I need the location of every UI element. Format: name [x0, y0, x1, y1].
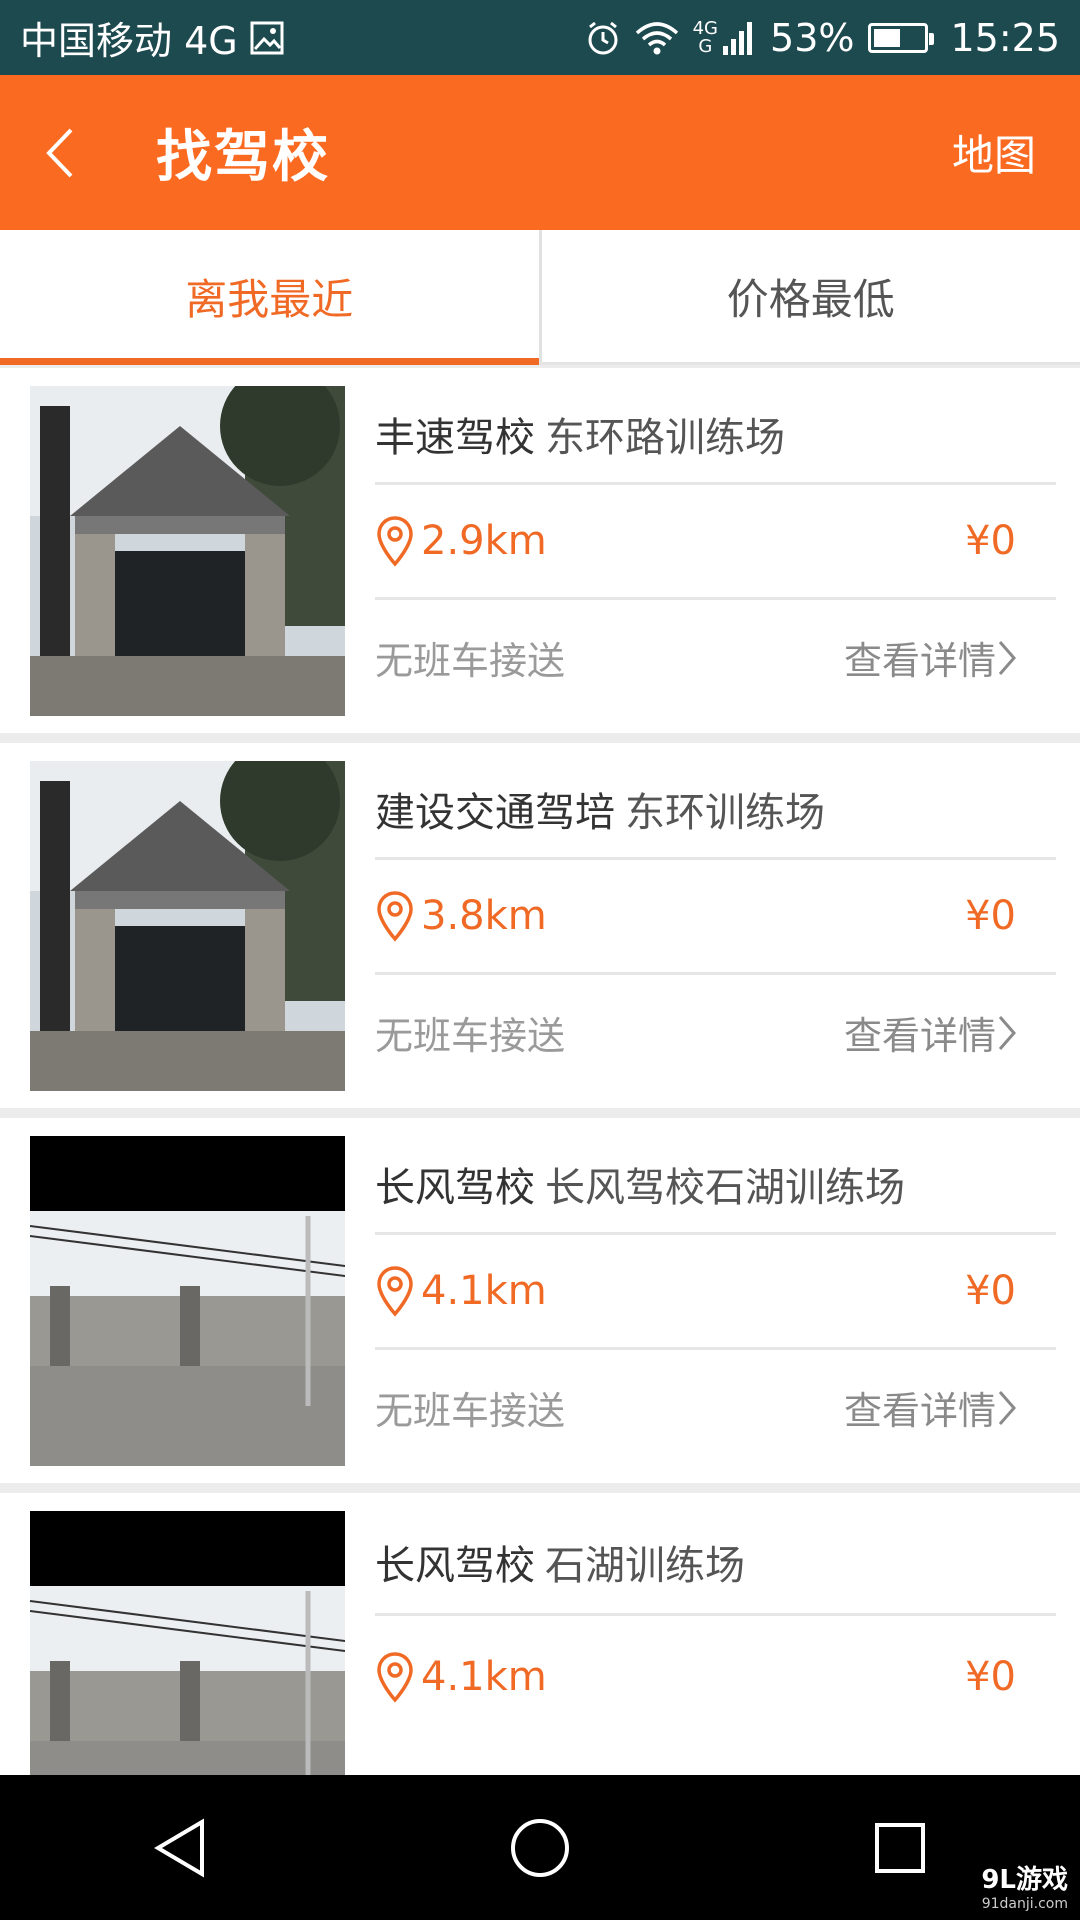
school-title-row: 建设交通驾培 东环训练场 — [375, 761, 1056, 861]
price: ¥0 — [965, 1654, 1016, 1700]
view-details-link[interactable]: 查看详情 — [844, 1005, 1018, 1060]
distance-value: 4.1km — [421, 1654, 547, 1700]
school-name: 建设交通驾培 — [375, 790, 615, 837]
status-bar: 中国移动 4G 4G G 53% 15:25 — [0, 0, 1080, 75]
school-info: 长风驾校 石湖训练场 4.1km ¥0 — [375, 1511, 1056, 1775]
school-meta-row: 无班车接送 查看详情 — [375, 600, 1056, 715]
school-distance-row: 3.8km ¥0 — [375, 860, 1056, 976]
view-details-label: 查看详情 — [843, 1389, 996, 1434]
chevron-left-icon — [46, 128, 73, 177]
circle-home-icon — [511, 1818, 569, 1877]
view-details-link[interactable]: 查看详情 — [844, 630, 1018, 685]
page-title: 找驾校 — [156, 125, 330, 190]
shuttle-status: 无班车接送 — [375, 1014, 566, 1059]
school-title-row: 丰速驾校 东环路训练场 — [375, 386, 1056, 486]
school-photo[interactable] — [30, 761, 345, 1091]
battery-icon — [868, 22, 935, 53]
school-card[interactable]: 长风驾校 长风驾校石湖训练场 4.1km ¥0 无班车接送 查看详情 — [0, 1118, 1080, 1483]
tab-lowest-price[interactable]: 价格最低 — [542, 230, 1080, 362]
network-type-top: 4G — [692, 17, 719, 39]
back-button[interactable] — [0, 75, 120, 230]
view-details-label: 查看详情 — [843, 639, 996, 684]
clock: 15:25 — [950, 15, 1060, 60]
school-name: 长风驾校 — [375, 1543, 535, 1589]
carrier-label: 中国移动 4G — [20, 19, 238, 63]
school-title: 建设交通驾培 东环训练场 — [375, 780, 825, 838]
distance-value: 2.9km — [421, 518, 547, 565]
network-type: 4G G — [692, 17, 719, 57]
school-distance-row: 4.1km ¥0 — [375, 1616, 1056, 1738]
watermark-sub: 91danji.com — [981, 1896, 1068, 1912]
shuttle-status: 无班车接送 — [375, 1389, 566, 1434]
shuttle-status: 无班车接送 — [375, 639, 566, 684]
school-card[interactable]: 长风驾校 石湖训练场 4.1km ¥0 — [0, 1493, 1080, 1775]
app-bar: 找驾校 地图 — [0, 75, 1080, 230]
distance: 4.1km — [375, 1651, 547, 1703]
school-list: 丰速驾校 东环路训练场 2.9km ¥0 无班车接送 查看详情 建设交通驾培 东… — [0, 368, 1080, 1775]
school-card[interactable]: 建设交通驾培 东环训练场 3.8km ¥0 无班车接送 查看详情 — [0, 743, 1080, 1108]
school-info: 丰速驾校 东环路训练场 2.9km ¥0 无班车接送 查看详情 — [375, 386, 1056, 715]
school-campus: 长风驾校石湖训练场 — [545, 1165, 905, 1212]
school-photo[interactable] — [30, 1136, 345, 1466]
status-left: 中国移动 4G — [20, 10, 284, 65]
watermark: 9L游戏 91danji.com — [981, 1859, 1068, 1912]
battery-percent: 53% — [770, 15, 855, 60]
school-campus: 石湖训练场 — [545, 1543, 745, 1589]
school-name: 丰速驾校 — [375, 415, 535, 462]
alarm-icon — [585, 20, 621, 56]
school-title-row: 长风驾校 石湖训练场 — [375, 1511, 1056, 1616]
school-title: 长风驾校 石湖训练场 — [375, 1533, 745, 1591]
school-campus: 东环路训练场 — [545, 415, 785, 462]
image-notification-icon — [250, 21, 284, 55]
school-photo[interactable] — [30, 386, 345, 716]
school-photo[interactable] — [30, 1511, 345, 1775]
watermark-main: 9L游戏 — [981, 1865, 1068, 1895]
nav-home-button[interactable] — [470, 1775, 610, 1920]
price: ¥0 — [965, 893, 1016, 940]
school-card[interactable]: 丰速驾校 东环路训练场 2.9km ¥0 无班车接送 查看详情 — [0, 368, 1080, 733]
distance: 2.9km — [375, 515, 547, 567]
triangle-back-icon — [154, 1817, 204, 1878]
school-distance-row: 2.9km ¥0 — [375, 485, 1056, 601]
school-title-row: 长风驾校 长风驾校石湖训练场 — [375, 1136, 1056, 1236]
square-recents-icon — [875, 1822, 925, 1873]
view-details-link[interactable]: 查看详情 — [844, 1380, 1018, 1435]
location-pin-icon — [377, 516, 413, 567]
network-type-bottom: G — [698, 35, 713, 57]
nav-back-button[interactable] — [110, 1775, 250, 1920]
system-nav-bar: 9L游戏 91danji.com — [0, 1775, 1080, 1920]
price: ¥0 — [965, 518, 1016, 565]
chevron-right-icon — [998, 1015, 1016, 1050]
distance-value: 3.8km — [421, 893, 547, 940]
school-meta-row: 无班车接送 查看详情 — [375, 975, 1056, 1090]
chevron-right-icon — [998, 1390, 1016, 1425]
signal-icon: 4G G — [692, 17, 756, 57]
sort-tabs: 离我最近 价格最低 — [0, 230, 1080, 365]
school-info: 长风驾校 长风驾校石湖训练场 4.1km ¥0 无班车接送 查看详情 — [375, 1136, 1056, 1465]
school-name: 长风驾校 — [375, 1165, 535, 1212]
map-button[interactable]: 地图 — [952, 122, 1036, 183]
wifi-icon — [635, 21, 679, 55]
location-pin-icon — [377, 1652, 413, 1703]
distance: 3.8km — [375, 890, 547, 942]
school-meta-row: 无班车接送 查看详情 — [375, 1350, 1056, 1465]
distance: 4.1km — [375, 1265, 547, 1317]
school-title: 丰速驾校 东环路训练场 — [375, 405, 785, 463]
location-pin-icon — [377, 1266, 413, 1317]
tab-nearest[interactable]: 离我最近 — [0, 230, 539, 365]
chevron-right-icon — [998, 640, 1016, 675]
school-title: 长风驾校 长风驾校石湖训练场 — [375, 1155, 905, 1213]
distance-value: 4.1km — [421, 1268, 547, 1315]
school-info: 建设交通驾培 东环训练场 3.8km ¥0 无班车接送 查看详情 — [375, 761, 1056, 1090]
status-right: 4G G 53% 15:25 — [585, 16, 1060, 60]
school-campus: 东环训练场 — [625, 790, 825, 837]
school-distance-row: 4.1km ¥0 — [375, 1235, 1056, 1351]
nav-recents-button[interactable] — [830, 1775, 970, 1920]
view-details-label: 查看详情 — [843, 1014, 996, 1059]
location-pin-icon — [377, 891, 413, 942]
price: ¥0 — [965, 1268, 1016, 1315]
battery-fill — [874, 28, 900, 47]
